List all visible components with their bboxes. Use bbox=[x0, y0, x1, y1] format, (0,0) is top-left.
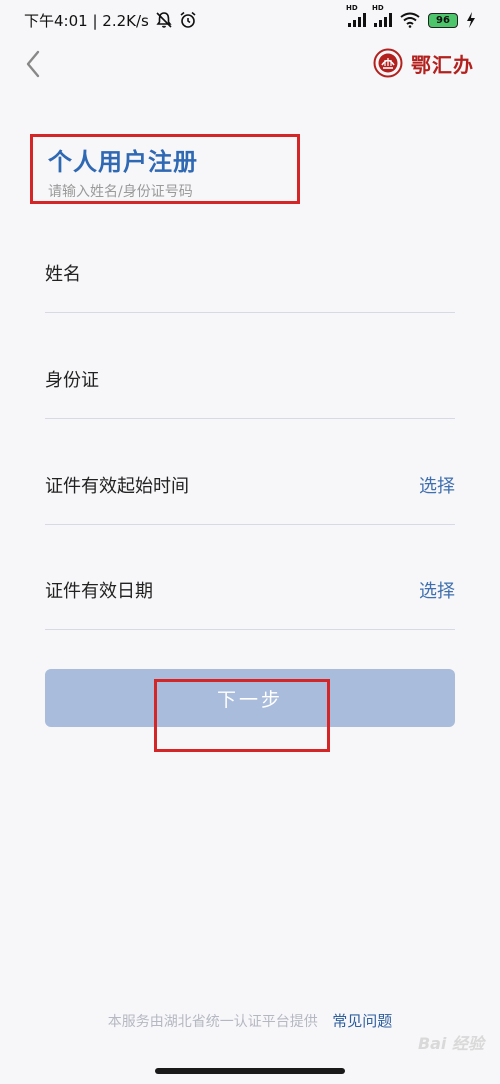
chevron-left-icon bbox=[26, 50, 40, 78]
footer: 本服务由湖北省统一认证平台提供 常见问题 bbox=[0, 1010, 500, 1031]
signal-icon-2: HD bbox=[372, 4, 392, 27]
app-logo: 鄂汇办 bbox=[373, 48, 474, 78]
battery-icon: 96 bbox=[428, 12, 458, 28]
valid-start-date-row: 证件有效起始时间 选择 bbox=[45, 464, 455, 525]
registration-page: 下午4:01 | 2.2K/s HD HD 96 鄂汇办 个人用户注册 请输入姓… bbox=[0, 0, 500, 1084]
watermark-logo: Bai 经验 bbox=[417, 1034, 484, 1053]
valid-start-label: 证件有效起始时间 bbox=[45, 476, 189, 497]
logo-emblem-icon bbox=[373, 48, 403, 78]
name-field[interactable]: 姓名 bbox=[45, 252, 455, 313]
faq-link[interactable]: 常见问题 bbox=[332, 1012, 392, 1030]
mute-bell-icon bbox=[156, 12, 172, 28]
home-indicator[interactable] bbox=[155, 1068, 345, 1074]
status-left: 下午4:01 | 2.2K/s bbox=[24, 10, 197, 31]
title-highlight-box: 个人用户注册 请输入姓名/身份证号码 bbox=[30, 134, 300, 204]
valid-start-select-button[interactable]: 选择 bbox=[419, 472, 455, 498]
status-right: HD HD 96 bbox=[346, 4, 476, 28]
status-bar: 下午4:01 | 2.2K/s HD HD 96 bbox=[0, 0, 500, 40]
hd-label: HD bbox=[372, 4, 384, 12]
next-step-button[interactable]: 下一步 bbox=[45, 669, 455, 727]
status-time-speed: 下午4:01 | 2.2K/s bbox=[24, 11, 149, 30]
alarm-clock-icon bbox=[180, 11, 196, 28]
signal-icon-1: HD bbox=[346, 4, 366, 27]
app-header: 鄂汇办 bbox=[0, 44, 500, 84]
page-title: 个人用户注册 bbox=[48, 148, 198, 176]
valid-end-select-button[interactable]: 选择 bbox=[419, 577, 455, 603]
valid-end-label: 证件有效日期 bbox=[45, 581, 153, 602]
hd-label: HD bbox=[346, 4, 358, 12]
charging-bolt-icon bbox=[467, 12, 475, 28]
id-card-label: 身份证 bbox=[45, 370, 99, 391]
back-button[interactable] bbox=[20, 48, 50, 80]
footer-provider-text: 本服务由湖北省统一认证平台提供 bbox=[107, 1014, 318, 1030]
id-card-field[interactable]: 身份证 bbox=[45, 358, 455, 419]
logo-text: 鄂汇办 bbox=[411, 52, 474, 77]
wifi-icon bbox=[400, 12, 420, 28]
valid-end-date-row: 证件有效日期 选择 bbox=[45, 569, 455, 630]
name-label: 姓名 bbox=[45, 264, 81, 285]
page-subtitle: 请输入姓名/身份证号码 bbox=[48, 184, 193, 200]
